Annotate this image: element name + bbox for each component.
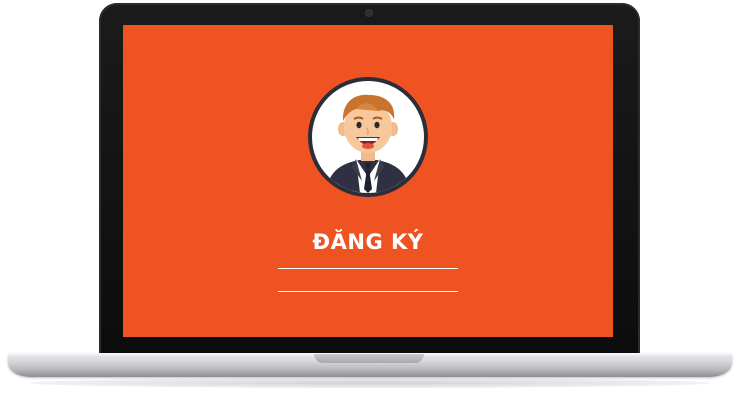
registration-field-1[interactable] (278, 268, 458, 269)
businessman-avatar-icon (308, 77, 428, 197)
laptop-screen: ĐĂNG KÝ (123, 25, 613, 337)
registration-field-2[interactable] (278, 291, 458, 292)
laptop-mockup: ĐĂNG KÝ (0, 0, 738, 400)
webcam-icon (366, 10, 372, 16)
register-title: ĐĂNG KÝ (312, 230, 424, 254)
laptop-shadow (30, 378, 710, 388)
laptop-open-notch (314, 354, 424, 363)
avatar-illustration (326, 94, 410, 193)
